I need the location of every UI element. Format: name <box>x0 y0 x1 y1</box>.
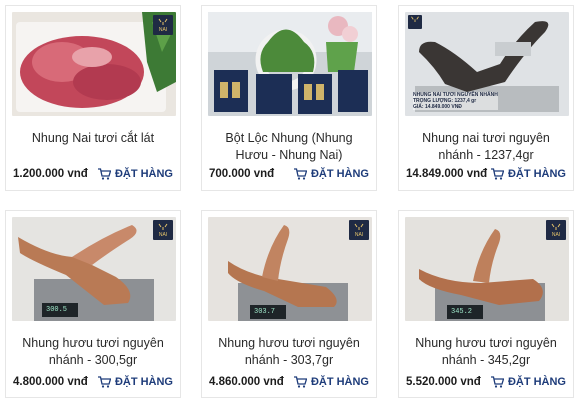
order-label: ĐẶT HÀNG <box>507 168 566 180</box>
product-grid: NAI Nhung Nai tươi cắt lát 1.200.000 vnđ… <box>0 0 578 400</box>
product-title[interactable]: Nhung Nai tươi cắt lát <box>12 130 174 147</box>
product-title[interactable]: Nhung nai tươi nguyên nhánh - 1237,4gr <box>405 130 567 164</box>
cart-icon <box>97 168 111 180</box>
product-price: 4.800.000 vnđ <box>13 376 88 388</box>
svg-text:NAI: NAI <box>355 232 363 238</box>
order-label: ĐẶT HÀNG <box>507 376 566 388</box>
svg-text:NAI: NAI <box>159 232 167 238</box>
product-card[interactable]: NAI 303.7 Nhung hươu tươi nguyên nhánh -… <box>201 210 377 398</box>
product-card[interactable]: Bột Lộc Nhung (Nhung Hươu - Nhung Nai) 7… <box>201 5 377 191</box>
product-price: 5.520.000 vnđ <box>406 376 481 388</box>
product-image[interactable]: NAI 300.5 <box>12 217 176 321</box>
brand-logo-icon <box>408 15 422 29</box>
product-image[interactable]: NAI 345.2 <box>405 217 569 321</box>
image-caption: NHUNG NAI TƯƠI NGUYÊN NHÁNH TRỌNG LƯỢNG:… <box>413 92 498 110</box>
cart-icon <box>490 376 504 388</box>
brand-logo-icon: NAI <box>153 15 173 35</box>
product-title[interactable]: Bột Lộc Nhung (Nhung Hươu - Nhung Nai) <box>208 130 370 164</box>
scale-readout: 300.5 <box>46 306 68 314</box>
order-button[interactable]: ĐẶT HÀNG <box>97 168 173 180</box>
svg-text:NAI: NAI <box>159 27 167 33</box>
cart-icon <box>293 168 307 180</box>
product-price: 14.849.000 vnđ <box>406 168 488 180</box>
brand-logo-icon: NAI <box>153 220 173 240</box>
cart-icon <box>490 168 504 180</box>
order-button[interactable]: ĐẶT HÀNG <box>293 376 369 388</box>
order-button[interactable]: ĐẶT HÀNG <box>97 376 173 388</box>
order-label: ĐẶT HÀNG <box>114 376 173 388</box>
product-title[interactable]: Nhung hươu tươi nguyên nhánh - 303,7gr <box>208 335 370 369</box>
svg-text:NAI: NAI <box>552 232 560 238</box>
cart-icon <box>293 376 307 388</box>
order-button[interactable]: ĐẶT HÀNG <box>490 376 566 388</box>
scale-readout: 345.2 <box>451 308 473 316</box>
cart-icon <box>97 376 111 388</box>
product-card[interactable]: NHUNG NAI TƯƠI NGUYÊN NHÁNH TRỌNG LƯỢNG:… <box>398 5 574 191</box>
product-card[interactable]: NAI Nhung Nai tươi cắt lát 1.200.000 vnđ… <box>5 5 181 191</box>
order-label: ĐẶT HÀNG <box>310 376 369 388</box>
product-price: 1.200.000 vnđ <box>13 168 88 180</box>
product-title[interactable]: Nhung hươu tươi nguyên nhánh - 345,2gr <box>405 335 567 369</box>
order-label: ĐẶT HÀNG <box>310 168 369 180</box>
product-price: 4.860.000 vnđ <box>209 376 284 388</box>
product-card[interactable]: NAI 345.2 Nhung hươu tươi nguyên nhánh -… <box>398 210 574 398</box>
brand-logo-icon: NAI <box>546 220 566 240</box>
product-card[interactable]: NAI 300.5 Nhung hươu tươi nguyên nhánh -… <box>5 210 181 398</box>
order-button[interactable]: ĐẶT HÀNG <box>293 168 369 180</box>
order-label: ĐẶT HÀNG <box>114 168 173 180</box>
product-image[interactable]: NAI 303.7 <box>208 217 372 321</box>
product-image[interactable] <box>208 12 372 116</box>
order-button[interactable]: ĐẶT HÀNG <box>490 168 566 180</box>
product-image[interactable]: NHUNG NAI TƯƠI NGUYÊN NHÁNH TRỌNG LƯỢNG:… <box>405 12 569 116</box>
product-price: 700.000 vnđ <box>209 168 275 180</box>
scale-readout: 303.7 <box>254 308 276 316</box>
product-title[interactable]: Nhung hươu tươi nguyên nhánh - 300,5gr <box>12 335 174 369</box>
brand-logo-icon: NAI <box>349 220 369 240</box>
product-image[interactable]: NAI <box>12 12 176 116</box>
